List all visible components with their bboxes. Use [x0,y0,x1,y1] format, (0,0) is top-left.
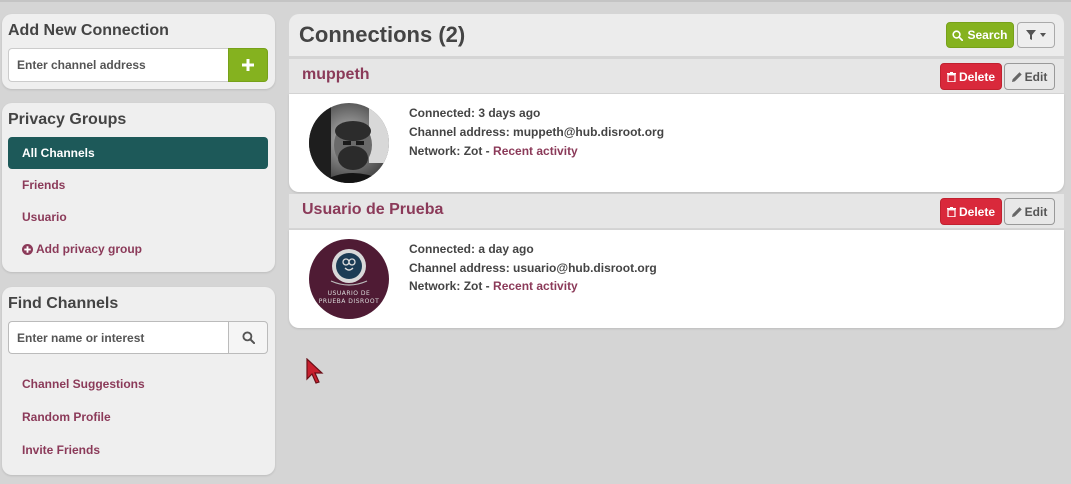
edit-button[interactable]: Edit [1004,63,1055,90]
connection-card: Connected: 3 days ago Channel address: m… [289,94,1064,192]
add-connection-panel: Add New Connection [2,14,275,89]
avatar-photo [309,103,389,183]
add-connection-group [8,48,268,82]
address-label: Channel address: [409,261,510,275]
connected-value: 3 days ago [478,106,541,120]
find-channels-title: Find Channels [8,295,119,312]
delete-button[interactable]: Delete [940,63,1002,90]
pencil-icon [1011,206,1022,217]
connection-header: muppeth Delete Edit [289,59,1064,93]
random-profile-link[interactable]: Random Profile [22,410,111,424]
recent-activity-link[interactable]: Recent activity [493,279,578,293]
connection-name[interactable]: muppeth [302,66,370,84]
connected-line: Connected: a day ago [409,242,534,256]
page-title: Connections (2) [299,22,466,47]
network-value: Zot - [463,144,490,158]
trash-icon [946,206,956,217]
address-label: Channel address: [409,125,510,139]
connected-value: a day ago [478,242,534,256]
edit-label: Edit [1024,69,1048,84]
search-icon [241,331,255,344]
add-privacy-group-label: Add privacy group [36,242,143,256]
avatar-logo [309,239,389,319]
network-label: Network: [409,144,461,158]
network-line: Network: Zot - Recent activity [409,144,578,158]
group-all-channels[interactable]: All Channels [8,137,268,169]
network-label: Network: [409,279,461,293]
recent-activity-link[interactable]: Recent activity [493,144,578,158]
connection-avatar[interactable]: USUARIO DE PRUEBA DISROOT [309,239,389,319]
group-friends[interactable]: Friends [8,169,268,201]
connection-card: USUARIO DE PRUEBA DISROOT Connected: a d… [289,230,1064,328]
connected-line: Connected: 3 days ago [409,106,540,120]
top-border [0,0,1071,2]
privacy-groups-panel: Privacy Groups All Channels Friends Usua… [2,103,275,272]
channel-suggestions-link[interactable]: Channel Suggestions [22,377,145,391]
address-line: Channel address: muppeth@hub.disroot.org [409,125,664,139]
find-channels-group [8,321,268,354]
address-value: muppeth@hub.disroot.org [513,125,665,139]
search-icon [952,29,964,41]
filter-dropdown-button[interactable] [1017,22,1055,48]
delete-label: Delete [958,69,996,84]
address-value: usuario@hub.disroot.org [513,261,657,275]
connection-name[interactable]: Usuario de Prueba [302,201,443,219]
caret-down-icon [1040,33,1046,37]
search-button-label: Search [967,28,1008,42]
connection-header: Usuario de Prueba Delete Edit [289,194,1064,228]
trash-icon [946,71,956,82]
edit-button[interactable]: Edit [1004,198,1055,225]
find-channels-search-button[interactable] [228,321,268,354]
pencil-icon [1011,71,1022,82]
plus-circle-icon [22,243,33,255]
avatar-logo-text: USUARIO DE PRUEBA DISROOT [318,290,380,305]
filter-icon [1026,30,1036,40]
network-line: Network: Zot - Recent activity [409,279,578,293]
connected-label: Connected: [409,106,475,120]
add-privacy-group-link[interactable]: Add privacy group [22,242,142,256]
address-line: Channel address: usuario@hub.disroot.org [409,261,657,275]
plus-icon [242,59,254,71]
add-connection-button[interactable] [228,48,268,82]
connected-label: Connected: [409,242,475,256]
edit-label: Edit [1024,204,1048,219]
invite-friends-link[interactable]: Invite Friends [22,443,100,457]
group-usuario[interactable]: Usuario [8,201,268,233]
delete-button[interactable]: Delete [940,198,1002,225]
find-channels-panel: Find Channels Channel Suggestions Random… [2,287,275,475]
search-button[interactable]: Search [946,22,1014,48]
privacy-groups-title: Privacy Groups [8,111,127,128]
delete-label: Delete [958,204,996,219]
connection-avatar[interactable] [309,103,389,183]
add-connection-title: Add New Connection [8,22,169,39]
find-channels-input[interactable] [8,321,228,354]
channel-address-input[interactable] [8,48,228,82]
mouse-cursor-icon [306,358,324,384]
network-value: Zot - [463,279,490,293]
connections-header: Connections (2) Search [289,14,1064,56]
